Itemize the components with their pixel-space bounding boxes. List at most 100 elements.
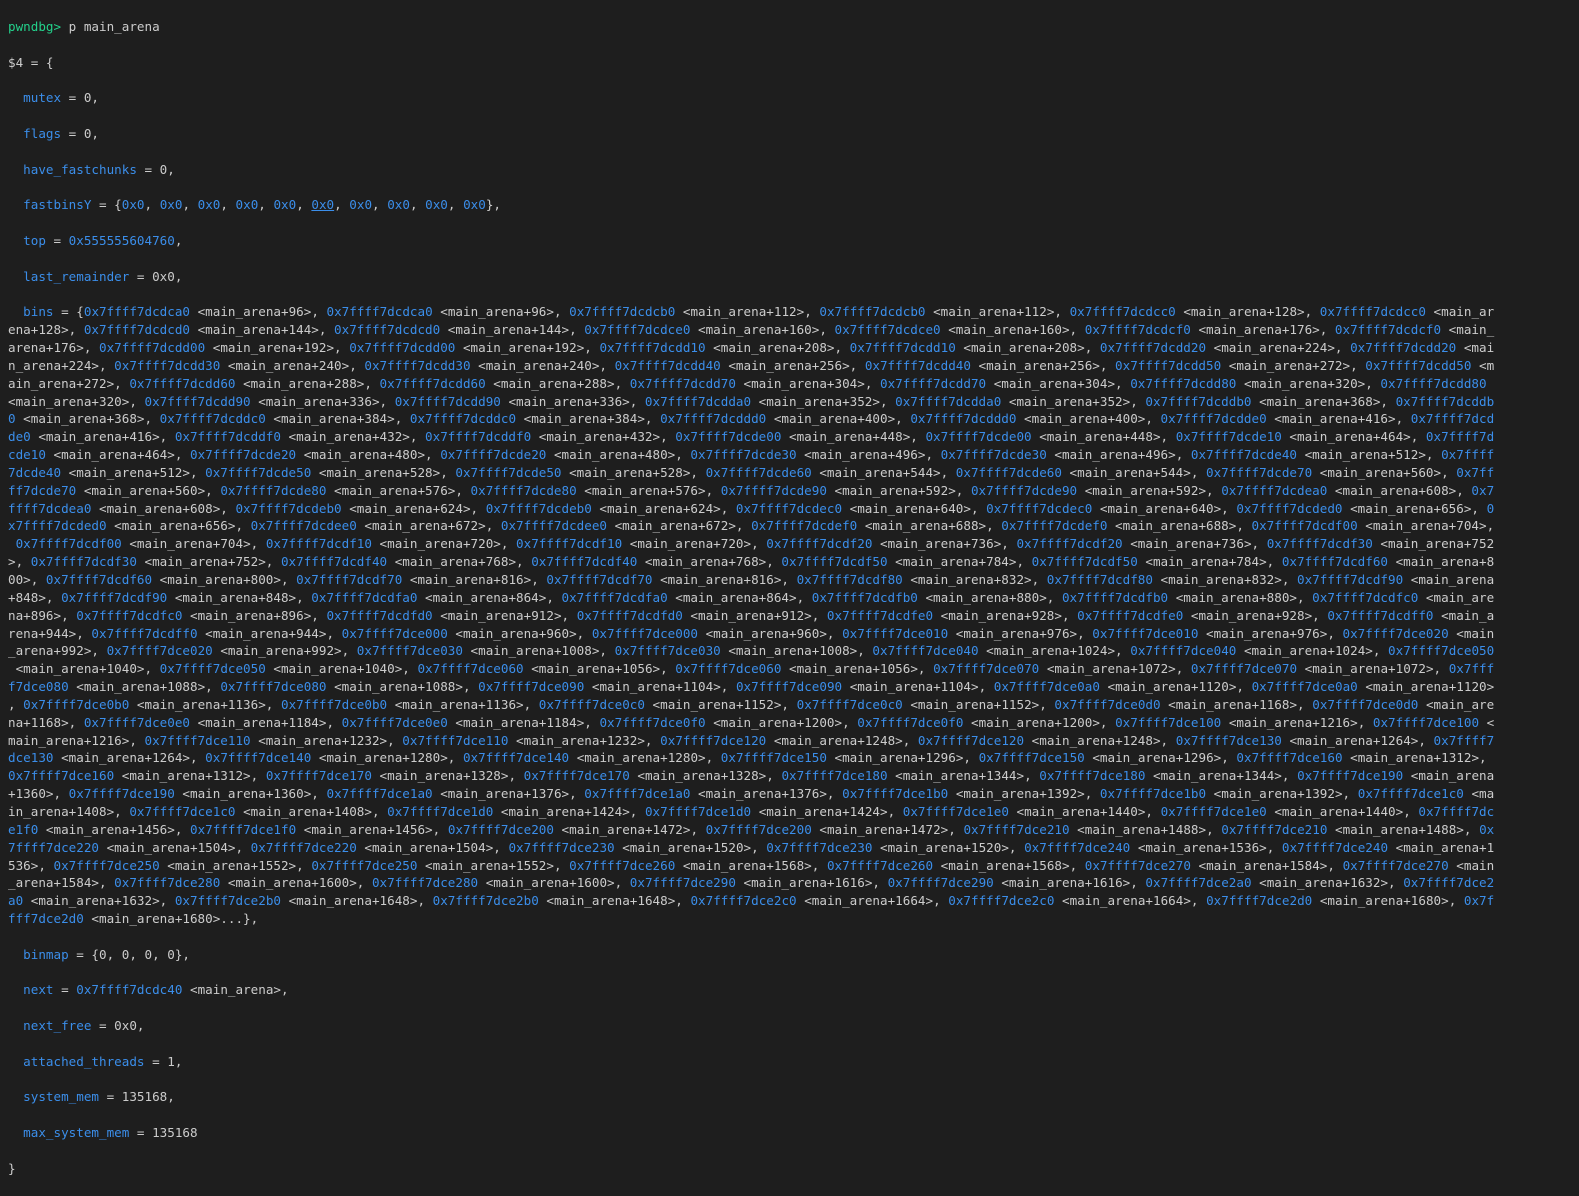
bin-address: 0x7ffff7dce270 bbox=[1342, 857, 1449, 873]
bin-address: 0x7ffff7dcde10 bbox=[1175, 429, 1282, 445]
bin-address: 0x7ffff7dcdd60 bbox=[379, 375, 486, 391]
bin-address: 0x7ffff7dcdfa0 bbox=[311, 589, 418, 605]
bin-address: 0x7ffff7dce290 bbox=[629, 875, 736, 891]
bin-address: 0x7ffff7dce140 bbox=[205, 750, 312, 766]
bin-address: 0x7ffff7dce0c0 bbox=[538, 696, 645, 712]
bin-address: 0x7ffff7dce260 bbox=[569, 857, 676, 873]
bin-address: 0x7ffff bbox=[1441, 447, 1495, 463]
field-name: binmap bbox=[23, 946, 69, 962]
bin-address: 0x7ffff7dcdf70 bbox=[296, 572, 403, 587]
field-name: flags bbox=[23, 125, 62, 141]
bin-address: 0x7ffff7dcd bbox=[1410, 411, 1495, 427]
field-value: = 135168 bbox=[129, 1125, 198, 1141]
bin-address: 0x7ffff7dcdcc0 bbox=[1319, 304, 1426, 320]
bin-address: 0x7ffff7dce2c0 bbox=[690, 893, 797, 909]
bin-address: 0x7ffff7dcdf80 bbox=[796, 572, 903, 587]
bins-line: 0x7ffff7dcdf00 <main_arena+704>, 0x7ffff… bbox=[15, 536, 1495, 552]
bin-address: 0x7ffff7dcdf20 bbox=[1016, 536, 1123, 552]
command-line: pwndbg> p main_arena bbox=[8, 18, 1579, 36]
bin-address: 0x7ffff7dce2a0 bbox=[1145, 875, 1252, 891]
fastbin-value: 0x0 bbox=[463, 197, 486, 213]
bin-address: 0x7ffff7dce060 bbox=[417, 661, 524, 677]
bin-address-fragment: 0 bbox=[8, 411, 16, 427]
bin-address: 0x7ffff7dce050 bbox=[1388, 643, 1495, 659]
bin-address: 0x7ffff7dce000 bbox=[341, 625, 448, 641]
bin-address: 0x7ffff7dce270 bbox=[1084, 857, 1191, 873]
bin-address: 0x7ffff7 bbox=[1433, 732, 1495, 748]
bin-address: 0x7ffff7dcdfa0 bbox=[561, 589, 668, 605]
bin-address: 0x7ffff7dce1c0 bbox=[129, 803, 236, 819]
bin-address: 0x7ffff7dce290 bbox=[887, 875, 994, 891]
bin-address: 0x7ffff7dce0c0 bbox=[796, 696, 903, 712]
bin-address: 0x7ffff7dcdfd0 bbox=[576, 607, 683, 623]
bin-address: 0x7ffff7dcdd80 bbox=[1380, 375, 1487, 391]
bin-address-fragment: x7ffff7dcded0 bbox=[8, 518, 107, 534]
bin-address-fragment: cde10 bbox=[8, 447, 46, 463]
bin-address: 0x7ffff7dce190 bbox=[1297, 768, 1404, 784]
bins-line: na+1168>, 0x7ffff7dce0e0 <main_arena+118… bbox=[8, 714, 1495, 730]
bin-address: 0x7ffff7dce2 bbox=[1403, 875, 1495, 891]
bins-line: x7ffff7dcded0 <main_arena+656>, 0x7ffff7… bbox=[8, 518, 1495, 534]
bin-address: 0x7ffff7dcdec0 bbox=[735, 500, 843, 516]
fastbin-value: 0x0 bbox=[273, 197, 297, 213]
bin-address: 0x7ffff7dce0d0 bbox=[1054, 696, 1161, 712]
fastbin-value: 0x0 bbox=[349, 197, 373, 213]
bin-address: 0x7ffff7dcdef0 bbox=[751, 518, 858, 534]
bins-line: dce130 <main_arena+1264>, 0x7ffff7dce140… bbox=[8, 750, 1487, 766]
bin-address-fragment: f7dce080 bbox=[8, 679, 69, 695]
bin-address: 0x7ffff7dce0e0 bbox=[83, 714, 190, 730]
bin-address: 0x7ffff7dce230 bbox=[508, 839, 615, 855]
terminal-output[interactable]: pwndbg> p main_arena $4 = { mutex = 0, f… bbox=[0, 0, 1579, 1196]
bin-address: 0x7ffff7dcdd00 bbox=[349, 340, 456, 356]
bin-address: 0x7ffff7dce2b0 bbox=[432, 893, 539, 909]
bin-address: 0x7ffff7dcdcd0 bbox=[334, 322, 441, 338]
bins-line: rena+944>, 0x7ffff7dcdff0 <main_arena+94… bbox=[8, 625, 1495, 641]
bin-address: 0x7ffff7dc bbox=[1418, 803, 1495, 819]
bin-address: 0x7ffff7dcdd50 bbox=[1115, 357, 1222, 373]
bin-address: 0x7ffff7dcdf10 bbox=[516, 536, 623, 552]
bin-address: 0x7ffff7dce260 bbox=[826, 857, 934, 873]
bin-address: 0x7ffff7dcdf10 bbox=[265, 536, 372, 552]
bins-line: 536>, 0x7ffff7dce250 <main_arena+1552>, … bbox=[8, 857, 1495, 873]
field-name: last_remainder bbox=[23, 268, 130, 284]
bin-address: 0x7ffff7dce070 bbox=[1190, 661, 1298, 677]
bin-address: 0x7ffff7dcdd90 bbox=[394, 393, 501, 409]
bin-address: 0x7ffff7dcde60 bbox=[705, 464, 812, 480]
bin-address: 0x7ffff7dce190 bbox=[68, 786, 175, 802]
bin-address-fragment: dce130 bbox=[8, 750, 54, 766]
bin-address: 0x7ffff7dce110 bbox=[144, 732, 251, 748]
bin-address: 0x7ffff7dce060 bbox=[675, 661, 782, 677]
bin-address: 0x7ffff7dcdeb0 bbox=[485, 500, 592, 516]
bin-address: 0x7ffff7dcdd20 bbox=[1099, 340, 1207, 356]
bins-line: bins = {0x7ffff7dcdca0 <main_arena+96>, … bbox=[23, 304, 1495, 320]
bin-address: 0x7ffff7dce1e0 bbox=[1160, 803, 1267, 819]
field-last-remainder: last_remainder = 0x0, bbox=[8, 268, 1579, 286]
bin-address: 0x7ffff7dcdd50 bbox=[1365, 357, 1472, 373]
bin-address: 0x7ffff7dce1a0 bbox=[584, 786, 691, 802]
field-value: = 0x0, bbox=[91, 1018, 145, 1034]
field-prefix: = bbox=[45, 232, 69, 248]
bin-address: 0x7ffff7dce120 bbox=[917, 732, 1025, 748]
fastbin-value: 0x0 bbox=[197, 197, 221, 213]
bin-address: 0x7ffff7dce080 bbox=[220, 679, 327, 695]
bin-address: 0x7ffff7dce110 bbox=[402, 732, 509, 748]
bin-address: 0x7ffff7dcddf0 bbox=[174, 429, 281, 445]
bin-address-fragment: 0x bbox=[1479, 821, 1495, 837]
bin-address: 0x7ffff7dcdd30 bbox=[364, 357, 471, 373]
bins-line: de0 <main_arena+416>, 0x7ffff7dcddf0 <ma… bbox=[8, 429, 1495, 445]
bins-line: ff7dcde70 <main_arena+560>, 0x7ffff7dcde… bbox=[8, 482, 1495, 498]
bins-line: +848>, 0x7ffff7dcdf90 <main_arena+848>, … bbox=[8, 589, 1495, 605]
bins-line: f7dce080 <main_arena+1088>, 0x7ffff7dce0… bbox=[8, 679, 1495, 695]
bin-address: 0x7ff bbox=[1456, 464, 1495, 480]
field-suffix: , bbox=[281, 982, 289, 998]
bin-address: 0x7ffff7dce1f0 bbox=[190, 821, 297, 837]
bin-address: 0x7ffff7dce1d0 bbox=[387, 803, 494, 819]
field-suffix: }, bbox=[485, 197, 501, 213]
bin-address: 0x7ffff7dcdf80 bbox=[1046, 572, 1153, 587]
bin-address: 0x7ffff7dcdf00 bbox=[1251, 518, 1358, 534]
field-value: = 1, bbox=[144, 1053, 183, 1069]
field-value: = 0, bbox=[136, 161, 175, 177]
bins-line: ain_arena+272>, 0x7ffff7dcdd60 <main_are… bbox=[8, 375, 1487, 391]
bins-line: , 0x7ffff7dce0b0 <main_arena+1136>, 0x7f… bbox=[8, 696, 1495, 712]
bin-address: 0x7ffff7dce1c0 bbox=[1357, 786, 1464, 802]
